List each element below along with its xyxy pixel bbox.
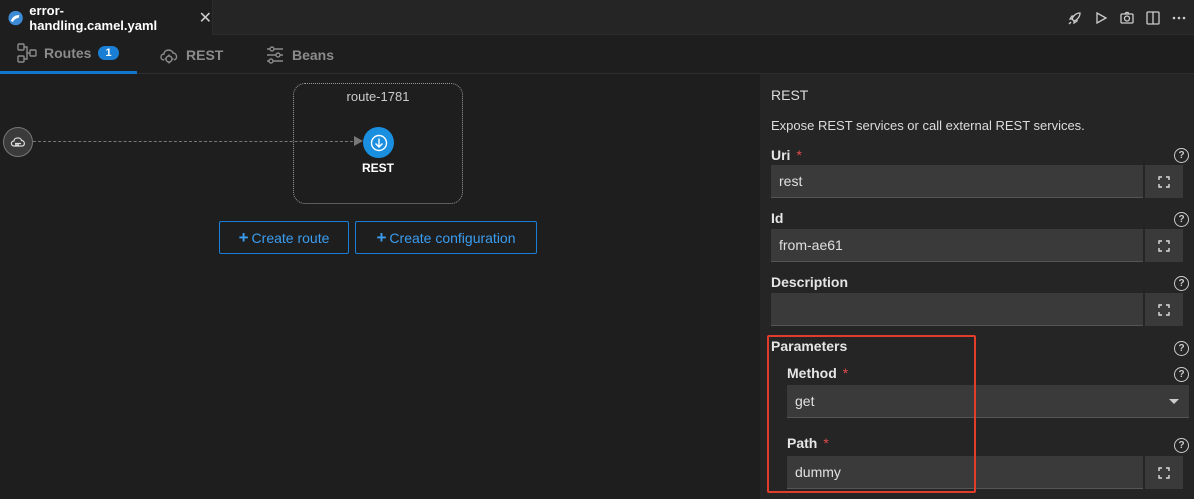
tab-beans[interactable]: Beans (264, 35, 334, 74)
editor-tab-title: error-handling.camel.yaml (29, 2, 158, 33)
expand-icon[interactable] (1143, 456, 1183, 489)
id-label: Id (771, 210, 784, 226)
help-icon[interactable]: ? (1174, 367, 1189, 382)
editor-tab-bar: error-handling.camel.yaml ✕ (0, 0, 1194, 35)
help-icon[interactable]: ? (1174, 148, 1189, 163)
tab-routes[interactable]: Routes 1 (0, 35, 137, 74)
routes-icon (16, 42, 38, 64)
expand-icon[interactable] (1143, 165, 1183, 198)
view-tabs: Routes 1 REST Beans (0, 35, 1194, 74)
close-icon[interactable]: ✕ (199, 8, 212, 28)
tab-rest-label: REST (186, 46, 224, 63)
tab-routes-label: Routes (44, 45, 92, 61)
parameters-highlight (767, 335, 976, 493)
uri-label: Uri * (771, 147, 802, 163)
plus-icon: + (238, 227, 249, 247)
help-icon[interactable]: ? (1174, 438, 1189, 453)
panel-description: Expose REST services or call external RE… (771, 118, 1085, 133)
help-icon[interactable]: ? (1174, 212, 1189, 227)
arrow-down-icon (370, 134, 387, 151)
description-label: Description (771, 274, 849, 290)
route-container[interactable]: route-1781 REST (293, 83, 463, 204)
uri-label-text: Uri (771, 147, 791, 163)
route-canvas[interactable]: route-1781 REST + Create route + Create … (0, 74, 760, 499)
create-configuration-label: Create configuration (389, 229, 516, 246)
help-icon[interactable]: ? (1174, 341, 1189, 356)
description-input[interactable] (771, 293, 1143, 326)
route-label: route-1781 (346, 89, 410, 104)
id-input[interactable]: from-ae61 (771, 229, 1143, 262)
camera-icon[interactable] (1118, 9, 1136, 27)
tab-rest[interactable]: REST (158, 35, 223, 74)
sliders-icon (264, 44, 286, 66)
help-icon[interactable]: ? (1174, 276, 1189, 291)
editor-actions (1066, 0, 1188, 35)
more-icon[interactable] (1170, 9, 1188, 27)
editor-tab[interactable]: error-handling.camel.yaml ✕ (0, 0, 213, 35)
camel-file-icon (8, 10, 23, 25)
plus-icon: + (376, 227, 387, 247)
cloud-icon (10, 137, 25, 147)
chevron-down-icon (1169, 399, 1179, 404)
required-mark: * (796, 147, 802, 163)
uri-input[interactable]: rest (771, 165, 1143, 198)
panel-title: REST (771, 87, 809, 103)
cloud-gear-icon (158, 44, 180, 66)
create-configuration-button[interactable]: + Create configuration (355, 221, 537, 254)
from-endpoint-node[interactable] (3, 127, 33, 157)
rocket-icon[interactable] (1066, 9, 1084, 27)
tab-beans-label: Beans (292, 46, 335, 63)
split-editor-icon[interactable] (1144, 9, 1162, 27)
run-icon[interactable] (1092, 9, 1110, 27)
create-route-label: Create route (251, 229, 330, 246)
rest-node-label: REST (361, 161, 394, 175)
expand-icon[interactable] (1143, 293, 1183, 326)
create-route-button[interactable]: + Create route (219, 221, 349, 254)
rest-node[interactable] (363, 127, 394, 158)
routes-count-badge: 1 (98, 46, 119, 60)
expand-icon[interactable] (1143, 229, 1183, 262)
